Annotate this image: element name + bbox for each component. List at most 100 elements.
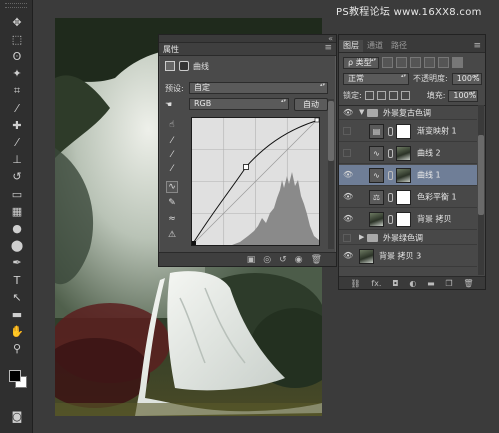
lock-all-icon[interactable] [400,91,410,100]
tab-paths[interactable]: 路径 [387,40,411,52]
properties-titlebar[interactable] [159,35,336,43]
pencil-draw-icon[interactable]: ✎ [166,197,178,209]
visibility-eye-icon[interactable]: 👁 [343,193,353,201]
gradient-tool-icon[interactable]: ▦ [8,203,26,219]
eyedropper-tool-icon[interactable]: ⁄ [8,100,26,116]
layer-mask-thumbnail[interactable] [396,124,411,139]
layers-menu-icon[interactable]: ≡ [473,40,481,52]
curve-point[interactable] [243,164,249,170]
target-adjust-icon[interactable]: ☝ [166,119,178,131]
magic-wand-tool-icon[interactable]: ✦ [8,66,26,82]
history-brush-tool-icon[interactable]: ↺ [8,169,26,185]
black-point-eyedropper-icon[interactable]: ⁄ [166,135,178,147]
layer-curves-2[interactable]: ∿ 曲线 2 [339,143,477,164]
layer-mask-thumbnail[interactable] [396,190,411,205]
curve-edit-points-icon[interactable]: ∿ [166,181,178,193]
properties-scrollbar[interactable] [328,99,334,249]
toolbar-grip[interactable] [5,3,27,8]
visibility-eye-icon[interactable]: 👁 [343,215,353,223]
lasso-tool-icon[interactable]: ʘ [8,48,26,64]
brush-tool-icon[interactable]: ⁄ [8,134,26,150]
filter-toggle-icon[interactable] [452,57,463,68]
group-expand-icon[interactable]: ▼ [359,108,364,116]
tab-channels[interactable]: 通道 [363,40,387,52]
layer-group-vintage[interactable]: 👁 ▼ 外景复古色调 [339,106,477,120]
reset-icon[interactable]: ↺ [279,255,287,265]
link-icon[interactable] [388,215,393,224]
hand-tool-icon[interactable]: ✋ [8,324,26,340]
link-icon[interactable] [388,127,393,136]
layer-mask-thumbnail[interactable] [396,146,411,161]
filter-adjustment-icon[interactable] [396,57,407,68]
foreground-color-swatch[interactable] [9,370,21,382]
channel-select[interactable]: RGB [189,98,289,110]
visibility-eye-icon[interactable]: 👁 [343,108,353,117]
lock-position-icon[interactable] [388,91,398,100]
link-layers-icon[interactable]: ⛓ [350,279,360,288]
link-icon[interactable] [388,149,393,158]
delete-icon[interactable]: 🗑 [311,255,322,265]
layer-mask-thumbnail[interactable] [396,212,411,227]
delete-layer-icon[interactable]: 🗑 [463,279,473,288]
gray-point-eyedropper-icon[interactable]: ⁄ [166,149,178,161]
panel-collapse-icon[interactable]: « [328,34,333,43]
type-tool-icon[interactable]: T [8,272,26,288]
view-previous-icon[interactable]: ◎ [263,255,271,265]
path-selection-tool-icon[interactable]: ↖ [8,289,26,305]
quick-mask-icon[interactable]: ◙ [8,408,26,424]
clipping-warning-icon[interactable]: ⚠ [166,229,178,241]
layer-group-green[interactable]: ▶ 外景绿色调 [339,231,477,245]
visibility-toggle-icon[interactable] [343,233,351,242]
visibility-eye-icon[interactable]: 👁 [343,252,353,260]
filter-pixel-icon[interactable] [382,57,393,68]
clone-stamp-tool-icon[interactable]: ⊥ [8,152,26,168]
new-adjustment-icon[interactable]: ◐ [409,279,416,288]
visibility-toggle-icon[interactable] [343,127,351,135]
white-point-eyedropper-icon[interactable]: ⁄ [166,163,178,175]
lock-pixels-icon[interactable] [376,91,386,100]
layer-color-balance[interactable]: 👁 ⚖ 色彩平衡 1 [339,187,477,208]
filter-type-icon[interactable] [410,57,421,68]
filter-smart-object-icon[interactable] [438,57,449,68]
filter-kind-select[interactable]: ρ 类型 [343,56,379,69]
curve-graph[interactable] [191,117,320,246]
layer-background-copy[interactable]: 👁 背景 拷贝 [339,209,477,230]
blur-tool-icon[interactable]: ● [8,220,26,236]
add-mask-icon[interactable]: ◘ [392,279,398,288]
channel-icon[interactable]: ☚ [165,100,189,109]
opacity-field[interactable]: 100% [451,72,482,85]
zoom-tool-icon[interactable]: ⚲ [8,341,26,357]
preset-select[interactable]: 自定 [189,82,328,94]
visibility-toggle-icon[interactable] [343,149,351,157]
layers-scrollbar[interactable] [478,105,484,275]
marquee-tool-icon[interactable]: ⬚ [8,31,26,47]
shape-tool-icon[interactable]: ▬ [8,306,26,322]
group-collapse-icon[interactable]: ▶ [359,233,364,241]
new-group-icon[interactable]: ▬ [427,279,435,288]
link-icon[interactable] [388,193,393,202]
eraser-tool-icon[interactable]: ▭ [8,186,26,202]
new-layer-icon[interactable]: ❐ [445,279,452,288]
layer-mask-thumbnail[interactable] [396,168,411,183]
healing-brush-tool-icon[interactable]: ✚ [8,117,26,133]
filter-shape-icon[interactable] [424,57,435,68]
layer-curves-1[interactable]: 👁 ∿ 曲线 1 [339,165,477,186]
layer-mask-icon[interactable] [179,61,189,71]
visibility-eye-icon[interactable]: 👁 [343,171,353,179]
auto-button[interactable]: 自动 [294,97,328,111]
blend-mode-select[interactable]: 正常 [343,72,409,85]
properties-tab[interactable]: 属性 [163,44,179,55]
layer-style-icon[interactable]: fx. [371,279,381,288]
layer-background-copy-3[interactable]: 👁 背景 拷贝 3 [339,246,477,267]
layer-gradient-map[interactable]: ▤ 渐变映射 1 [339,121,477,142]
link-icon[interactable] [388,171,393,180]
fill-field[interactable]: 100% [448,89,479,102]
smooth-curve-icon[interactable]: ≈ [166,213,178,225]
tab-layers[interactable]: 图层 [339,40,363,52]
move-tool-icon[interactable]: ✥ [8,14,26,30]
clip-to-layer-icon[interactable]: ▣ [247,255,256,265]
panel-menu-icon[interactable]: ≡ [324,43,332,53]
dodge-tool-icon[interactable]: ⬤ [8,238,26,254]
visibility-icon[interactable]: ◉ [295,255,303,265]
lock-transparent-icon[interactable] [364,91,374,100]
